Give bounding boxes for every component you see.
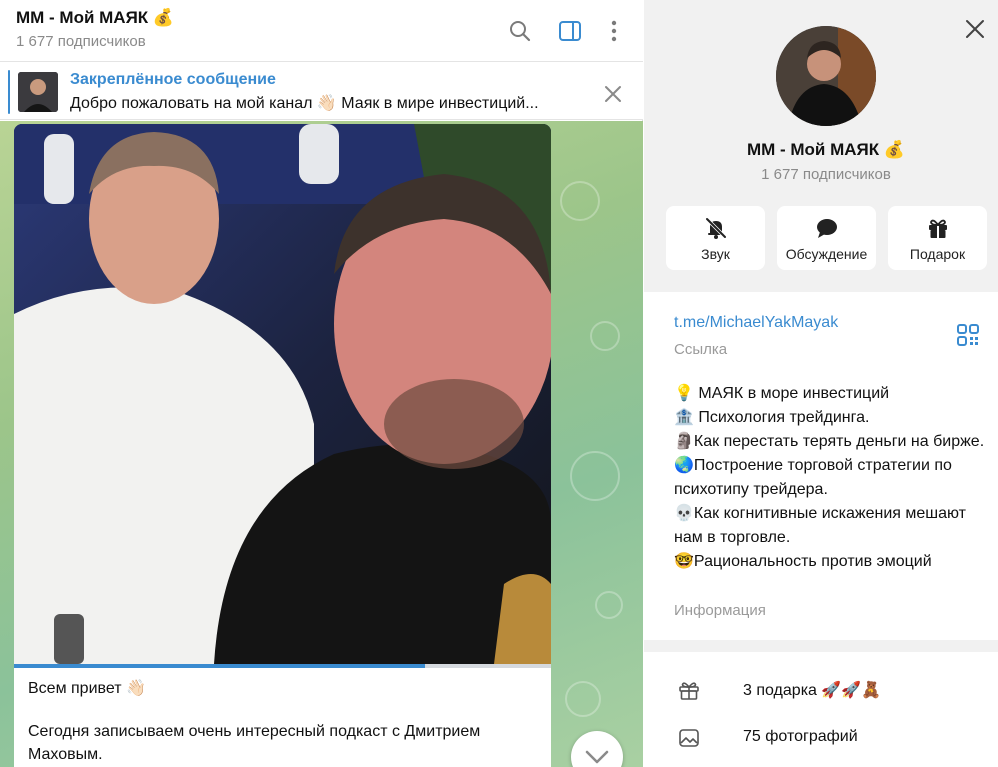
post-text-body: Сегодня записываем очень интересный подк… <box>28 723 481 763</box>
avatar[interactable] <box>776 26 876 126</box>
gifts-row[interactable]: 3 подарка 🚀🚀🧸 <box>644 666 998 714</box>
wallpaper-doodle <box>570 451 620 501</box>
wallpaper-doodle <box>595 591 623 619</box>
description-line: 💀Как когнитивные искажения мешают нам в … <box>674 505 966 546</box>
discussion-button[interactable]: Обсуждение <box>777 206 876 270</box>
sidebar-toggle-icon[interactable] <box>557 18 583 44</box>
photos-row[interactable]: 75 фотографий <box>644 714 998 762</box>
bell-off-icon <box>705 217 727 239</box>
pinned-message-bar[interactable]: Закреплённое сообщение Добро пожаловать … <box>0 62 643 120</box>
photos-count: 75 фотографий <box>743 728 858 745</box>
more-vertical-icon[interactable] <box>601 18 627 44</box>
chat-wallpaper: Всем привет 👋🏻 Сегодня записываем очень … <box>0 121 643 767</box>
mute-button[interactable]: Звук <box>666 206 765 270</box>
gift-icon <box>929 219 947 238</box>
search-icon[interactable] <box>507 18 533 44</box>
scroll-down-button[interactable] <box>571 731 623 767</box>
description-line: 🗿Как перестать терять деньги на бирже. <box>674 433 985 450</box>
mute-label: Звук <box>701 246 730 262</box>
discussion-label: Обсуждение <box>785 246 868 262</box>
gift-button[interactable]: Подарок <box>888 206 987 270</box>
channel-title: ММ - Мой МАЯК 💰 <box>746 140 906 159</box>
chevron-down-icon <box>585 750 609 764</box>
channel-description: 💡 МАЯК в море инвестиций 🏦 Психология тр… <box>674 382 989 574</box>
description-line: 🌏Построение торговой стратегии по психот… <box>674 457 952 498</box>
channel-details-card: t.me/MichaelYakMayak Ссылка 💡 МАЯК в мор… <box>644 292 998 640</box>
chat-panel: ММ - Мой МАЯК 💰 1 677 подписчиков Закреп… <box>0 0 643 767</box>
description-caption: Информация <box>674 602 766 619</box>
channel-info-panel: ММ - Мой МАЯК 💰 1 677 подписчиков Звук О… <box>644 0 998 767</box>
post-video[interactable] <box>14 124 551 664</box>
wallpaper-doodle <box>590 321 620 351</box>
gift-label: Подарок <box>909 246 966 262</box>
channel-link[interactable]: t.me/MichaelYakMayak <box>674 314 838 332</box>
close-icon[interactable] <box>962 16 988 42</box>
video-progress-fill <box>14 664 425 668</box>
close-icon[interactable] <box>600 81 626 107</box>
chat-bubble-icon <box>817 219 837 238</box>
pinned-title: Закреплённое сообщение <box>70 71 276 88</box>
qr-code-icon[interactable] <box>956 323 980 347</box>
wallpaper-doodle <box>565 681 601 717</box>
description-line: 💡 МАЯК в море инвестиций <box>674 385 890 402</box>
description-line: 🤓Рациональность против эмоций <box>674 553 932 570</box>
shared-media-card: 3 подарка 🚀🚀🧸 75 фотографий <box>644 652 998 767</box>
chat-header[interactable]: ММ - Мой МАЯК 💰 1 677 подписчиков <box>0 0 643 62</box>
pinned-indicator <box>8 70 10 114</box>
gift-box-icon <box>679 682 699 700</box>
chat-subscriber-count: 1 677 подписчиков <box>16 33 146 50</box>
gifts-count: 3 подарка 🚀🚀🧸 <box>743 682 882 699</box>
pinned-thumbnail <box>18 72 58 112</box>
video-progress-bar[interactable] <box>14 664 551 668</box>
chat-title[interactable]: ММ - Мой МАЯК 💰 <box>16 8 174 28</box>
pinned-text: Добро пожаловать на мой канал 👋🏻 Маяк в … <box>70 95 539 112</box>
description-line: 🏦 Психология трейдинга. <box>674 409 870 426</box>
wallpaper-doodle <box>560 181 600 221</box>
post-text-greeting: Всем привет 👋🏻 <box>28 680 146 697</box>
channel-post[interactable]: Всем привет 👋🏻 Сегодня записываем очень … <box>14 124 551 767</box>
photo-icon <box>679 729 699 747</box>
channel-link-caption: Ссылка <box>674 341 728 358</box>
info-header: ММ - Мой МАЯК 💰 1 677 подписчиков Звук О… <box>644 0 998 292</box>
channel-subscriber-count: 1 677 подписчиков <box>761 166 891 183</box>
